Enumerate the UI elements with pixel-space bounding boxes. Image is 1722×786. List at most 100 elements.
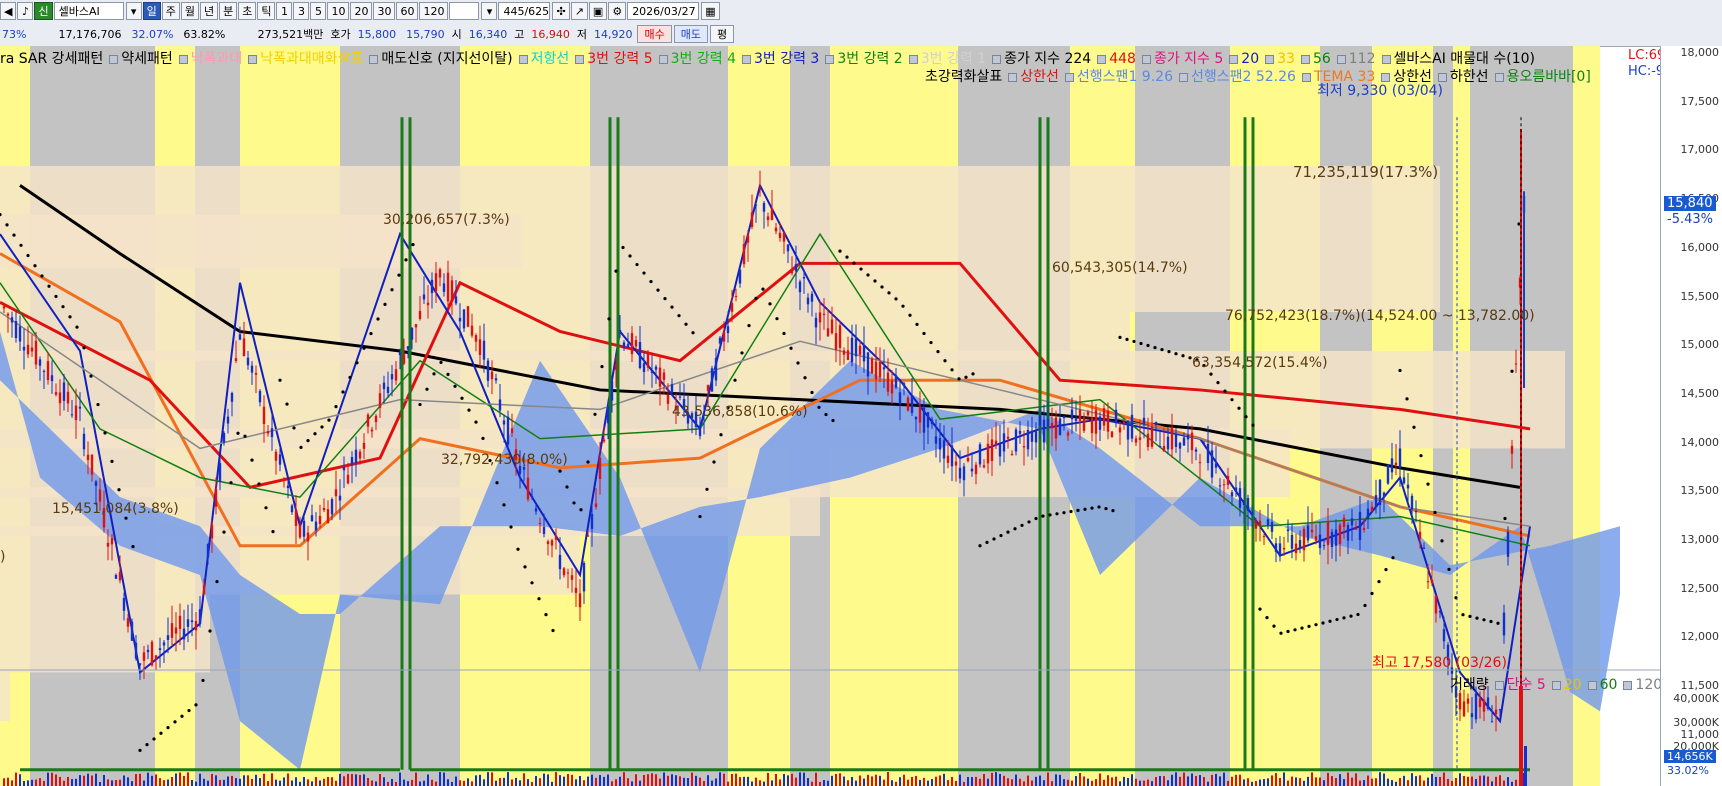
legend-toggle-icon[interactable] [1008,72,1018,82]
stock-name-field[interactable]: 셀바스AI [53,2,124,20]
legend-toggle-icon[interactable] [1587,680,1597,690]
interval-dropdown-icon[interactable]: ▾ [481,2,498,20]
legend-toggle-icon[interactable] [992,54,1002,64]
save-icon[interactable]: ▣ [588,2,608,20]
legend-toggle-icon[interactable] [1551,680,1561,690]
legend-toggle-icon[interactable] [1097,54,1107,64]
legend-toggle-icon[interactable] [1336,54,1346,64]
legend-item-11[interactable]: 종가 지수 224 [992,51,1091,67]
legend2-item-0[interactable]: 초강력화살표 [925,69,1002,85]
candle-body [1406,484,1410,489]
legend-toggle-icon[interactable] [1064,72,1074,82]
legend-toggle-icon[interactable] [1300,54,1310,64]
legend-toggle-icon[interactable] [518,54,528,64]
legend-item-2[interactable]: 낙폭과대 [178,51,242,67]
legend-item-18[interactable]: 셀바스AI 매물대 수(10) [1381,51,1535,67]
volume-legend-item-4[interactable]: 120 [1623,677,1662,693]
legend-toggle-icon[interactable] [1265,54,1275,64]
period-button-5[interactable]: 초 [238,2,257,20]
legend-toggle-icon[interactable] [1494,72,1504,82]
legend-toggle-icon[interactable] [109,54,119,64]
period-button-3[interactable]: 년 [199,2,219,20]
legend-toggle-icon[interactable] [1141,54,1151,64]
legend-item-9[interactable]: 3번 강력 2 [825,51,903,67]
price-chart-area[interactable] [0,46,1660,786]
volume-bar [1307,776,1309,786]
legend-toggle-icon[interactable] [575,54,585,64]
legend-toggle-icon[interactable] [248,54,258,64]
volume-bar [275,779,277,786]
crosshair-icon[interactable]: ✣ [552,2,570,20]
period-button-0[interactable]: 일 [142,2,161,20]
legend-item-6[interactable]: 3번 강력 5 [575,51,653,67]
legend-toggle-icon[interactable] [908,54,918,64]
legend-toggle-icon[interactable] [1301,72,1311,82]
legend2-item-1[interactable]: 상한선 [1008,69,1059,85]
legend-item-3[interactable]: 낙폭과대매화살표 [248,51,363,67]
legend2-item-3[interactable]: 선행스팬2 52.26 [1178,69,1296,85]
legend-toggle-icon[interactable] [1381,54,1391,64]
legend-item-13[interactable]: 종가 지수 5 [1141,51,1223,67]
period-button-1[interactable]: 주 [161,2,180,20]
interval-button-3[interactable]: 3 [293,2,310,20]
data-count-field[interactable]: 445/625 [498,2,551,20]
interval-button-1[interactable]: 1 [276,2,293,20]
gear-icon[interactable]: ⚙ [608,2,627,20]
legend-item-17[interactable]: 112 [1336,51,1376,67]
volume-bar [695,775,697,786]
legend-toggle-icon[interactable] [1229,54,1239,64]
price-axis[interactable]: 18,00017,50017,00016,50016,00015,50015,0… [1660,46,1722,786]
candle-body [538,523,542,525]
volume-legend-item-2[interactable]: 20 [1551,677,1582,693]
legend-item-4[interactable]: 매도신호 (지지선이탈) [369,51,513,67]
candle-body [1114,409,1118,424]
legend-toggle-icon[interactable] [741,54,751,64]
legend-item-16[interactable]: 56 [1300,51,1331,67]
volume-legend-item-1[interactable]: 단순 5 [1494,677,1546,693]
period-button-6[interactable]: 틱 [257,2,276,20]
legend-item-12[interactable]: 448 [1097,51,1136,67]
legend-item-1[interactable]: 약세패턴 [109,51,173,67]
legend-item-5[interactable]: 저항선 [518,51,569,67]
drawing-tool-icon[interactable]: ↗ [570,2,588,20]
legend-toggle-icon[interactable] [658,54,668,64]
interval-input[interactable] [449,2,480,20]
eval-button[interactable]: 평 [709,25,735,43]
interval-button-60[interactable]: 60 [396,2,419,20]
legend-item-10[interactable]: 3번 강력 1 [908,51,986,67]
volume-bar [915,775,917,786]
volume-legend-item-0[interactable]: 거래량 [1450,677,1489,693]
legend-toggle-icon[interactable] [1178,72,1188,82]
legend-item-8[interactable]: 3번 강력 3 [741,51,819,67]
sell-button[interactable]: 매도 [673,25,708,43]
legend2-item-6[interactable]: 하한선 [1437,69,1489,85]
legend-item-15[interactable]: 33 [1265,51,1295,67]
legend2-item-2[interactable]: 선행스팬1 9.26 [1064,69,1173,85]
legend-toggle-icon[interactable] [369,54,379,64]
legend-toggle-icon[interactable] [1623,680,1633,690]
prev-stock-button[interactable]: ◀ [0,2,17,20]
period-button-2[interactable]: 월 [180,2,199,20]
legend-toggle-icon[interactable] [825,54,835,64]
legend-toggle-icon[interactable] [178,54,188,64]
period-button-4[interactable]: 분 [219,2,238,20]
interval-button-5[interactable]: 5 [310,2,327,20]
legend-item-7[interactable]: 3번 강력 4 [658,51,736,67]
legend-toggle-icon[interactable] [1494,680,1504,690]
buy-button[interactable]: 매수 [637,25,672,43]
volume-bar [291,780,293,786]
interval-button-30[interactable]: 30 [373,2,396,20]
interval-button-20[interactable]: 20 [350,2,373,20]
legend-item-14[interactable]: 20 [1229,51,1259,67]
volume-legend-item-3[interactable]: 60 [1587,677,1617,693]
stock-search-icon[interactable]: ▾ [125,2,142,20]
interval-button-120[interactable]: 120 [419,2,449,20]
sound-icon[interactable]: ♪ [17,2,34,20]
calendar-icon[interactable]: ▦ [701,2,720,20]
candle-body [966,457,970,462]
legend2-item-7[interactable]: 용오름바바[0] [1494,69,1591,85]
interval-button-10[interactable]: 10 [327,2,350,20]
legend-item-0[interactable]: ra SAR 강세패턴 [0,51,103,67]
price-chart[interactable] [0,46,1660,786]
date-field[interactable]: 2026/03/27 [627,2,700,20]
